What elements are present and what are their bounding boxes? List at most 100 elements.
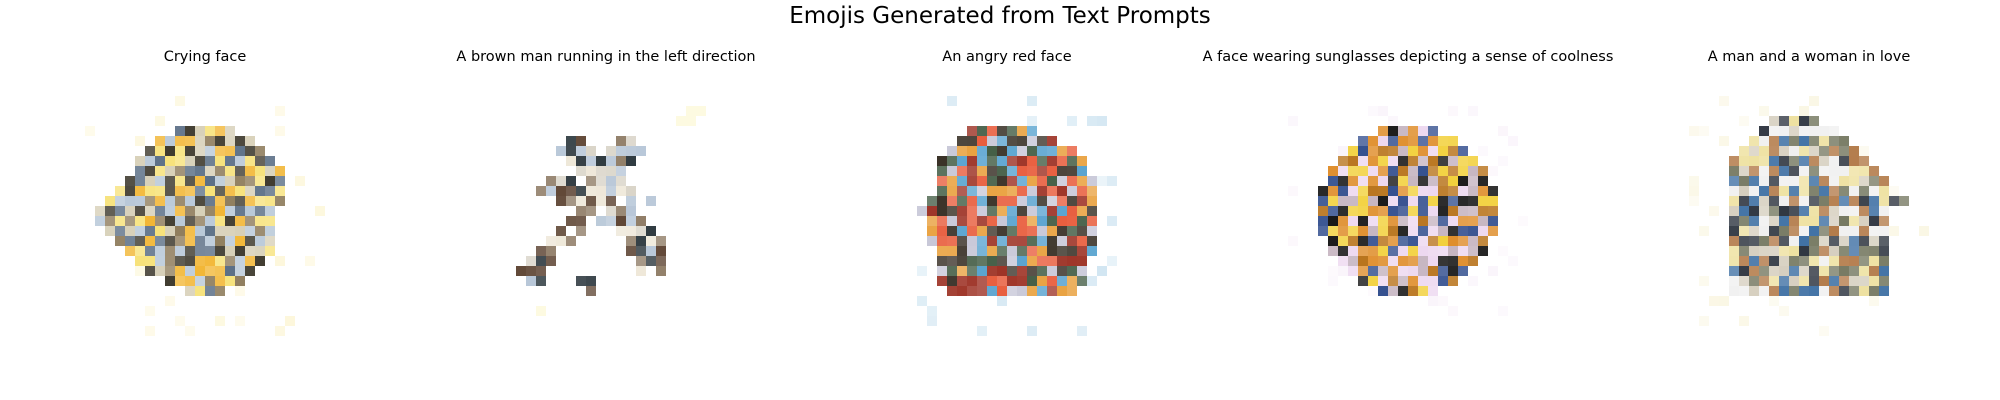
pixel — [115, 306, 125, 316]
pixel — [1508, 266, 1518, 276]
pixel — [1288, 266, 1298, 276]
pixel — [1388, 166, 1398, 176]
pixel — [716, 316, 726, 326]
pixel — [155, 196, 165, 206]
pixel — [1498, 286, 1508, 296]
pixel — [1348, 256, 1358, 266]
pixel — [1077, 316, 1087, 326]
pixel — [215, 186, 225, 196]
pixel — [1839, 176, 1849, 186]
pixel — [1428, 116, 1438, 126]
pixel — [987, 326, 997, 336]
pixel — [1829, 156, 1839, 166]
pixel — [285, 166, 295, 176]
pixel — [887, 216, 897, 226]
pixel — [1408, 106, 1418, 116]
pixel — [907, 196, 917, 206]
pixel — [295, 256, 305, 266]
pixel — [1308, 326, 1318, 336]
pixel — [606, 136, 616, 146]
pixel — [536, 236, 546, 246]
pixel — [1107, 246, 1117, 256]
pixel — [516, 246, 526, 256]
pixel — [616, 106, 626, 116]
pixel — [696, 196, 706, 206]
pixel — [1398, 276, 1408, 286]
pixel — [1899, 246, 1909, 256]
pixel — [987, 206, 997, 216]
pixel — [1689, 276, 1699, 286]
pixel — [1458, 316, 1468, 326]
pixel — [1488, 226, 1498, 236]
pixel — [907, 206, 917, 216]
pixel — [1799, 96, 1809, 106]
pixel — [1809, 126, 1819, 136]
pixel — [1478, 306, 1488, 316]
pixel — [255, 236, 265, 246]
pixel — [927, 326, 937, 336]
pixel — [1478, 206, 1488, 216]
pixel — [917, 246, 927, 256]
pixel — [636, 246, 646, 256]
pixel — [185, 266, 195, 276]
pixel — [1779, 156, 1789, 166]
pixel — [1318, 156, 1328, 166]
pixel — [967, 256, 977, 266]
pixel — [1518, 296, 1528, 306]
pixel — [1057, 116, 1067, 126]
pixel — [1719, 186, 1729, 196]
pixel — [1338, 326, 1348, 336]
pixel — [496, 226, 506, 236]
pixel — [676, 206, 686, 216]
pixel — [1398, 156, 1408, 166]
pixel — [95, 116, 105, 126]
pixel — [175, 256, 185, 266]
pixel — [1017, 226, 1027, 236]
pixel — [1087, 326, 1097, 336]
pixel — [586, 276, 596, 286]
pixel — [1478, 106, 1488, 116]
pixel — [1047, 296, 1057, 306]
pixel — [1318, 136, 1328, 146]
pixel — [1729, 286, 1739, 296]
pixel — [135, 316, 145, 326]
pixel — [1107, 196, 1117, 206]
pixel — [1789, 166, 1799, 176]
pixel — [1057, 296, 1067, 306]
pixel — [1488, 316, 1498, 326]
pixel — [616, 246, 626, 256]
pixel — [1909, 306, 1919, 316]
pixel — [145, 266, 155, 276]
pixel — [1689, 296, 1699, 306]
pixel — [1428, 266, 1438, 276]
pixel — [85, 276, 95, 286]
pixel — [546, 326, 556, 336]
pixel — [1298, 326, 1308, 336]
pixel — [1087, 176, 1097, 186]
pixel — [1298, 96, 1308, 106]
pixel — [1689, 326, 1699, 336]
pixel — [526, 156, 536, 166]
pixel — [1398, 326, 1408, 336]
pixel — [145, 276, 155, 286]
pixel — [1769, 166, 1779, 176]
pixel — [1849, 236, 1859, 246]
pixel — [165, 256, 175, 266]
pixel — [285, 186, 295, 196]
pixel — [716, 176, 726, 186]
pixel — [897, 206, 907, 216]
pixel — [1799, 106, 1809, 116]
pixel — [506, 106, 516, 116]
pixel — [1057, 186, 1067, 196]
pixel — [987, 176, 997, 186]
pixel — [566, 116, 576, 126]
pixel — [1298, 136, 1308, 146]
pixel — [997, 226, 1007, 236]
pixel — [1839, 206, 1849, 216]
pixel — [1438, 96, 1448, 106]
pixel — [1819, 226, 1829, 236]
pixel — [1097, 136, 1107, 146]
pixel — [1909, 146, 1919, 156]
pixel — [1067, 146, 1077, 156]
pixel — [1007, 306, 1017, 316]
